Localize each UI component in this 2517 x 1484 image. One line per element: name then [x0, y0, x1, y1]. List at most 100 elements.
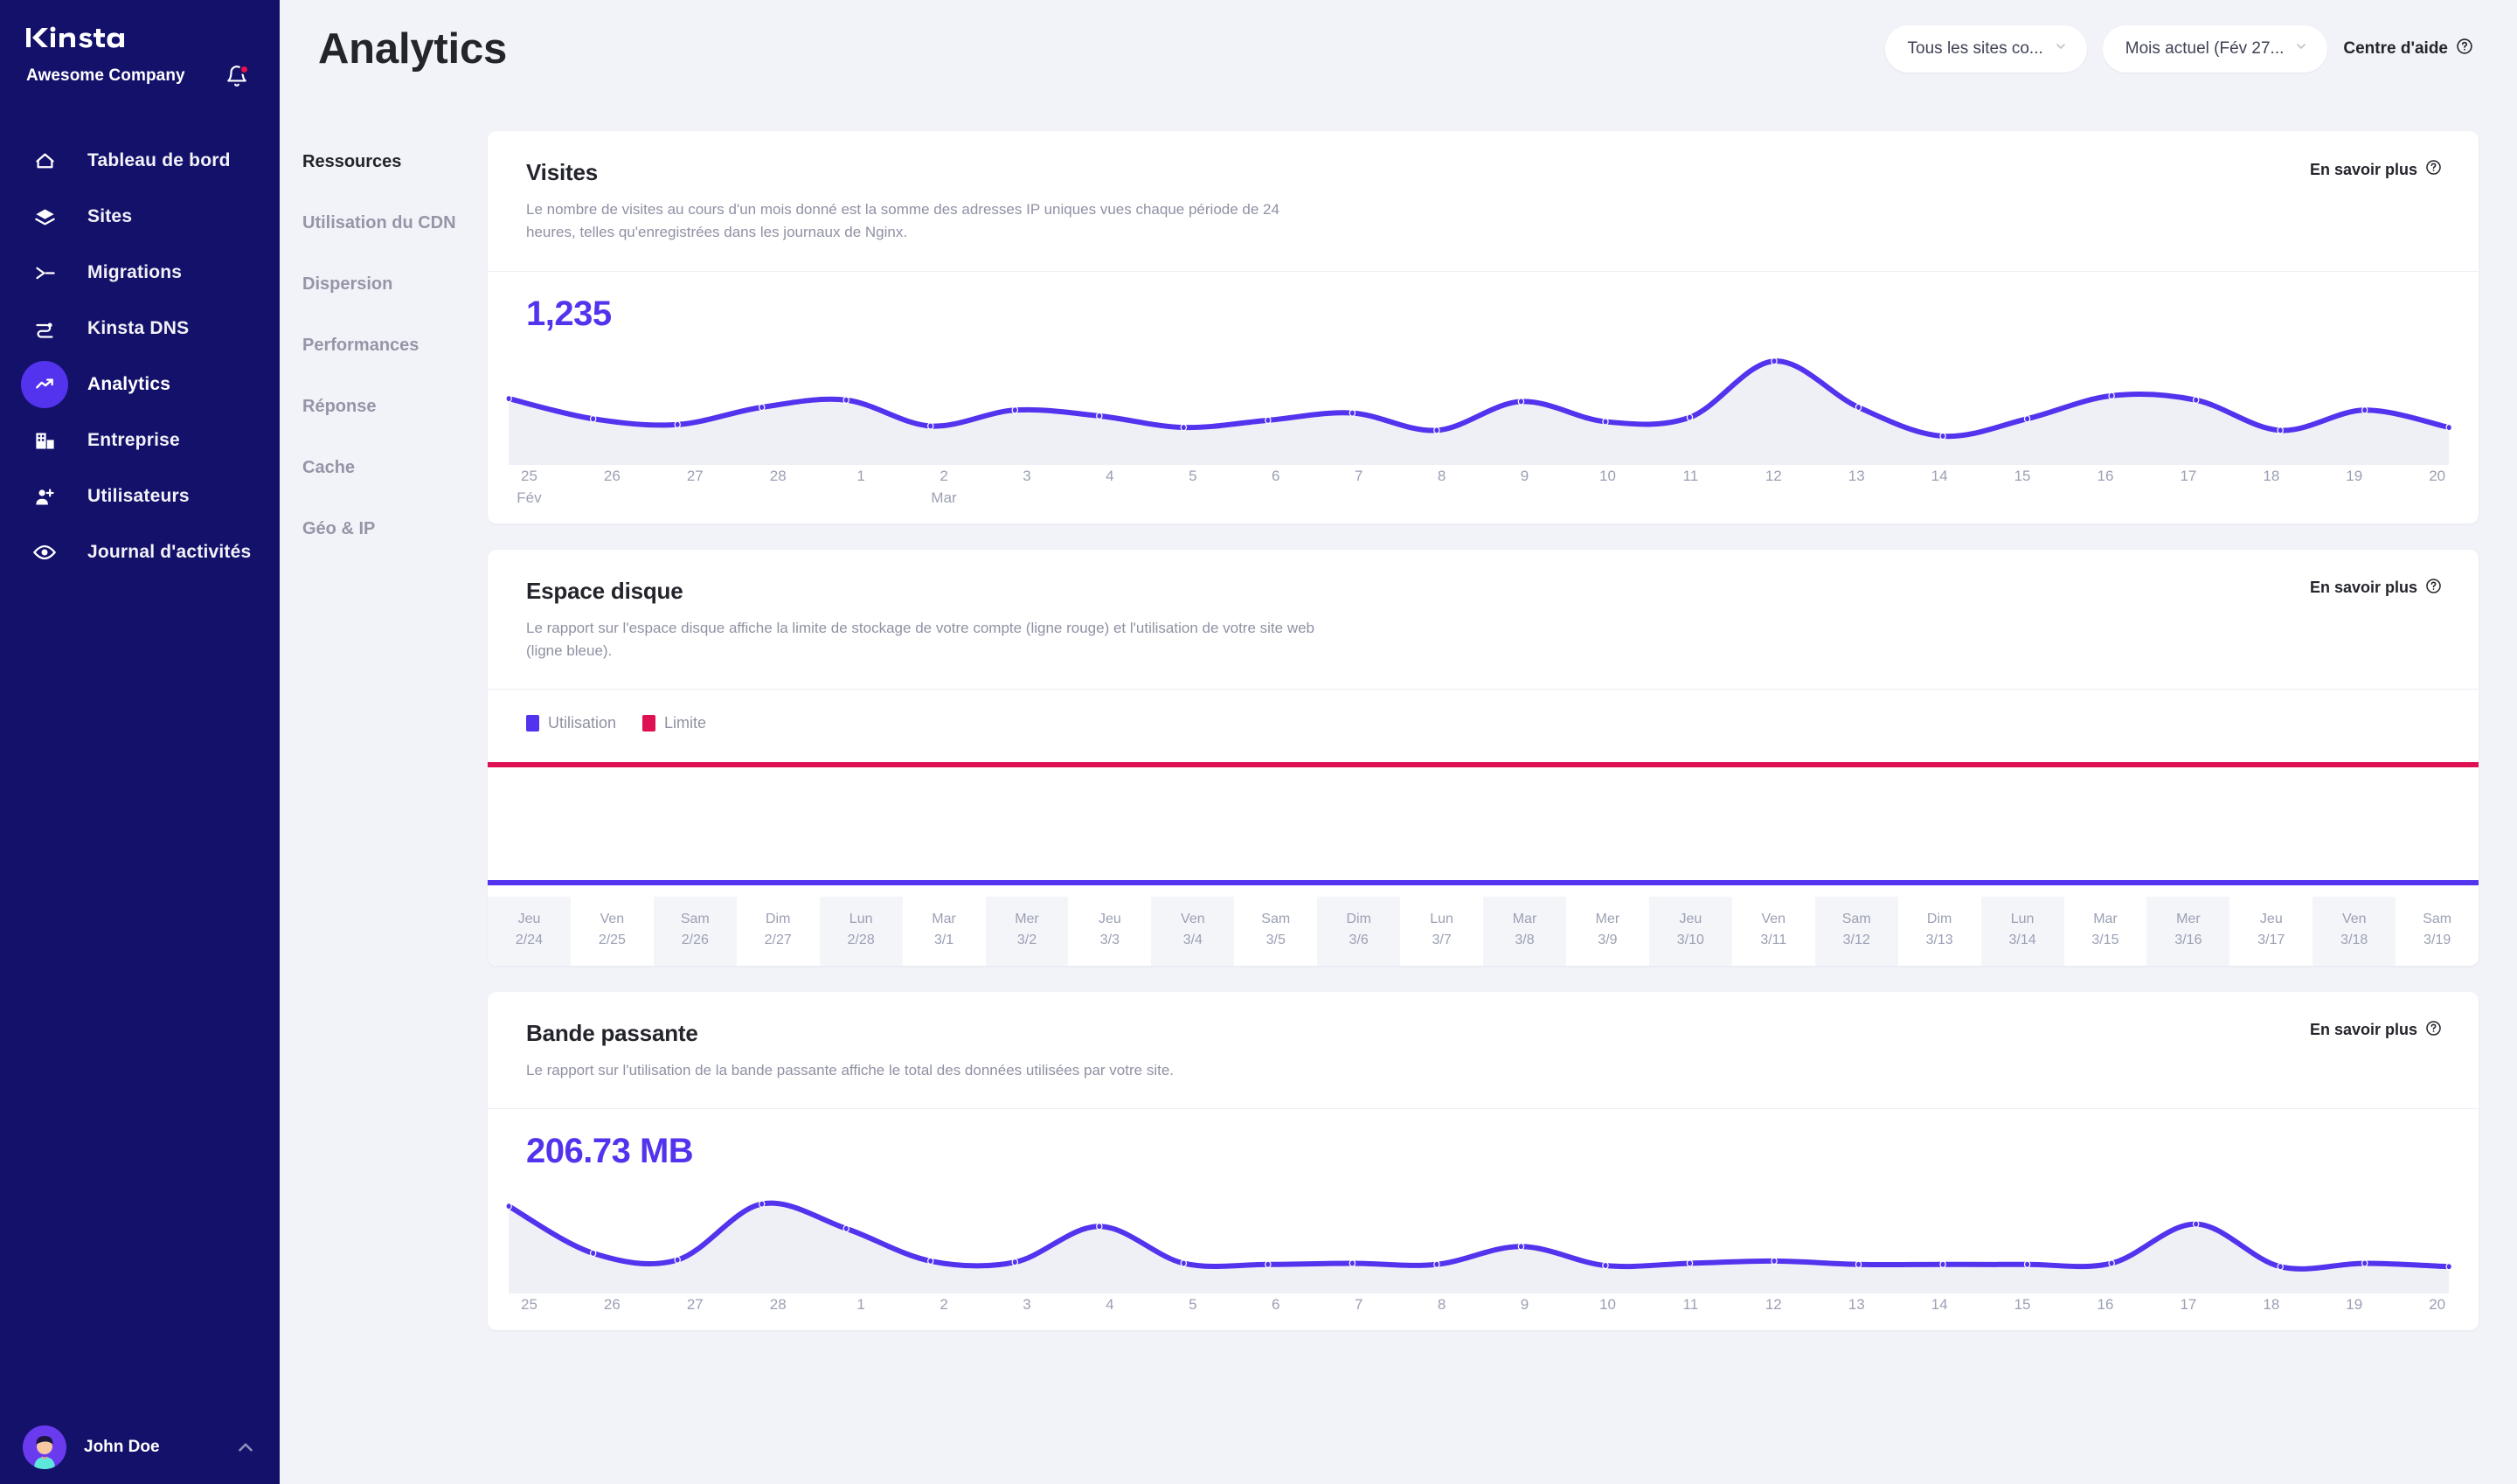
analytics-subnav: Ressources Utilisation du CDN Dispersion… [280, 98, 481, 1330]
bandwidth-xaxis: 252627281234567891011121314151617181920 [488, 1293, 2479, 1330]
legend-item-limite: Limite [642, 714, 706, 732]
bell-icon[interactable] [225, 65, 248, 87]
axis-tick-weekday: Jeu [1649, 909, 1732, 929]
axis-tick: 25Fév [488, 465, 571, 510]
axis-tick-date: 3/17 [2229, 930, 2312, 950]
kinsta-logo[interactable] [26, 23, 253, 52]
learn-more-link[interactable]: En savoir plus [2310, 1020, 2442, 1041]
card-description: Le rapport sur l'utilisation de la bande… [526, 1059, 1321, 1082]
legend-color-chip [642, 715, 655, 732]
sidebar-user-menu[interactable]: John Doe [0, 1411, 280, 1484]
app-root: Awesome Company Tableau de bor [0, 0, 2517, 1484]
axis-tick-date: 3/19 [2396, 930, 2479, 950]
visits-value: 1,235 [488, 272, 2479, 334]
axis-tick-weekday: Mer [986, 909, 1069, 929]
axis-tick: 3 [986, 465, 1069, 510]
learn-more-label: En savoir plus [2310, 579, 2417, 597]
axis-tick: 26 [571, 465, 654, 510]
axis-tick: 1 [820, 465, 903, 510]
axis-tick: 20 [2396, 1293, 2479, 1316]
axis-tick: 14 [1898, 1293, 1981, 1316]
card-header: Bande passante Le rapport sur l'utilisat… [488, 992, 2479, 1108]
axis-tick: 19 [2312, 1293, 2396, 1316]
site-filter-dropdown[interactable]: Tous les sites co... [1885, 25, 2087, 73]
learn-more-label: En savoir plus [2310, 1021, 2417, 1039]
help-center-link[interactable]: Centre d'aide [2343, 38, 2479, 60]
card-title: Bande passante [526, 1020, 2442, 1047]
sidebar-item-sites[interactable]: Sites [0, 189, 280, 245]
disk-xaxis: Jeu2/24Ven2/25Sam2/26Dim2/27Lun2/28Mar3/… [488, 897, 2479, 965]
subnav-item-dispersion[interactable]: Dispersion [302, 253, 481, 315]
subnav-item-cdn[interactable]: Utilisation du CDN [302, 192, 481, 253]
learn-more-link[interactable]: En savoir plus [2310, 159, 2442, 180]
disk-axis-tick: Ven3/18 [2312, 897, 2396, 965]
card-title: Espace disque [526, 578, 2442, 605]
subnav-item-cache[interactable]: Cache [302, 437, 481, 498]
sidebar-item-migrations[interactable]: Migrations [0, 245, 280, 301]
disk-axis-tick: Ven3/11 [1732, 897, 1815, 965]
axis-tick: 18 [2229, 1293, 2312, 1316]
avatar [23, 1425, 66, 1469]
visits-chart-svg [488, 334, 2479, 465]
axis-tick: 20 [2396, 465, 2479, 510]
axis-tick: 2Mar [903, 465, 986, 510]
disk-chart[interactable] [488, 750, 2479, 897]
disk-legend: Utilisation Limite [488, 690, 2479, 732]
disk-axis-tick: Sam3/12 [1815, 897, 1898, 965]
bandwidth-chart[interactable] [488, 1171, 2479, 1293]
sidebar-nav: Tableau de bord Sites M [0, 133, 280, 580]
subnav-item-performances[interactable]: Performances [302, 315, 481, 376]
subnav-item-ressources[interactable]: Ressources [302, 131, 481, 192]
axis-tick: 17 [2146, 465, 2229, 510]
axis-tick-date: 3/18 [2312, 930, 2396, 950]
sidebar-header: Awesome Company [0, 0, 280, 87]
axis-tick-date: 3/7 [1400, 930, 1483, 950]
bandwidth-chart-svg [488, 1171, 2479, 1293]
sidebar-item-journal-activites[interactable]: Journal d'activités [0, 524, 280, 580]
main-content: Analytics Tous les sites co... Mois actu… [280, 0, 2517, 1484]
subnav-label: Ressources [302, 152, 401, 172]
axis-tick: 16 [2064, 465, 2147, 510]
sidebar: Awesome Company Tableau de bor [0, 0, 280, 1484]
disk-axis-tick: Jeu2/24 [488, 897, 571, 965]
learn-more-link[interactable]: En savoir plus [2310, 578, 2442, 599]
axis-tick-date: 3/15 [2064, 930, 2147, 950]
axis-tick: 5 [1151, 1293, 1234, 1316]
subnav-item-reponse[interactable]: Réponse [302, 376, 481, 437]
question-circle-icon [2456, 38, 2473, 60]
date-filter-dropdown[interactable]: Mois actuel (Fév 27... [2103, 25, 2328, 73]
axis-tick: 12 [1732, 465, 1815, 510]
axis-tick-date: 3/11 [1732, 930, 1815, 950]
subnav-item-geo-ip[interactable]: Géo & IP [302, 498, 481, 559]
axis-tick: 25 [488, 1293, 571, 1316]
card-espace-disque: Espace disque Le rapport sur l'espace di… [488, 550, 2479, 966]
visits-chart[interactable] [488, 334, 2479, 465]
home-icon [21, 137, 68, 184]
sidebar-item-dashboard[interactable]: Tableau de bord [0, 133, 280, 189]
axis-tick-date: 3/4 [1151, 930, 1234, 950]
axis-tick-date: 2/25 [571, 930, 654, 950]
topbar: Analytics Tous les sites co... Mois actu… [280, 0, 2517, 98]
chevron-up-icon[interactable] [234, 1436, 257, 1459]
disk-axis-tick: Dim3/6 [1317, 897, 1400, 965]
disk-axis-tick: Jeu3/3 [1068, 897, 1151, 965]
card-title: Visites [526, 159, 2442, 186]
sidebar-item-utilisateurs[interactable]: Utilisateurs [0, 468, 280, 524]
sidebar-item-kinsta-dns[interactable]: Kinsta DNS [0, 301, 280, 357]
axis-tick: 26 [571, 1293, 654, 1316]
axis-tick: 27 [654, 1293, 737, 1316]
card-header: Visites Le nombre de visites au cours d'… [488, 131, 2479, 271]
axis-tick: 6 [1234, 465, 1317, 510]
axis-tick-date: 3/16 [2146, 930, 2229, 950]
axis-tick-weekday: Lun [1981, 909, 2064, 929]
axis-tick: 13 [1815, 465, 1898, 510]
topbar-actions: Tous les sites co... Mois actuel (Fév 27… [1885, 25, 2479, 73]
chevron-down-icon [2054, 39, 2068, 59]
sidebar-item-entreprise[interactable]: Entreprise [0, 413, 280, 468]
axis-tick-date: 3/8 [1483, 930, 1566, 950]
axis-tick: 6 [1234, 1293, 1317, 1316]
sidebar-item-analytics[interactable]: Analytics [0, 357, 280, 413]
visits-xaxis: 25Fév26272812Mar345678910111213141516171… [488, 465, 2479, 524]
axis-tick: 13 [1815, 1293, 1898, 1316]
disk-usage-line [488, 880, 2479, 885]
